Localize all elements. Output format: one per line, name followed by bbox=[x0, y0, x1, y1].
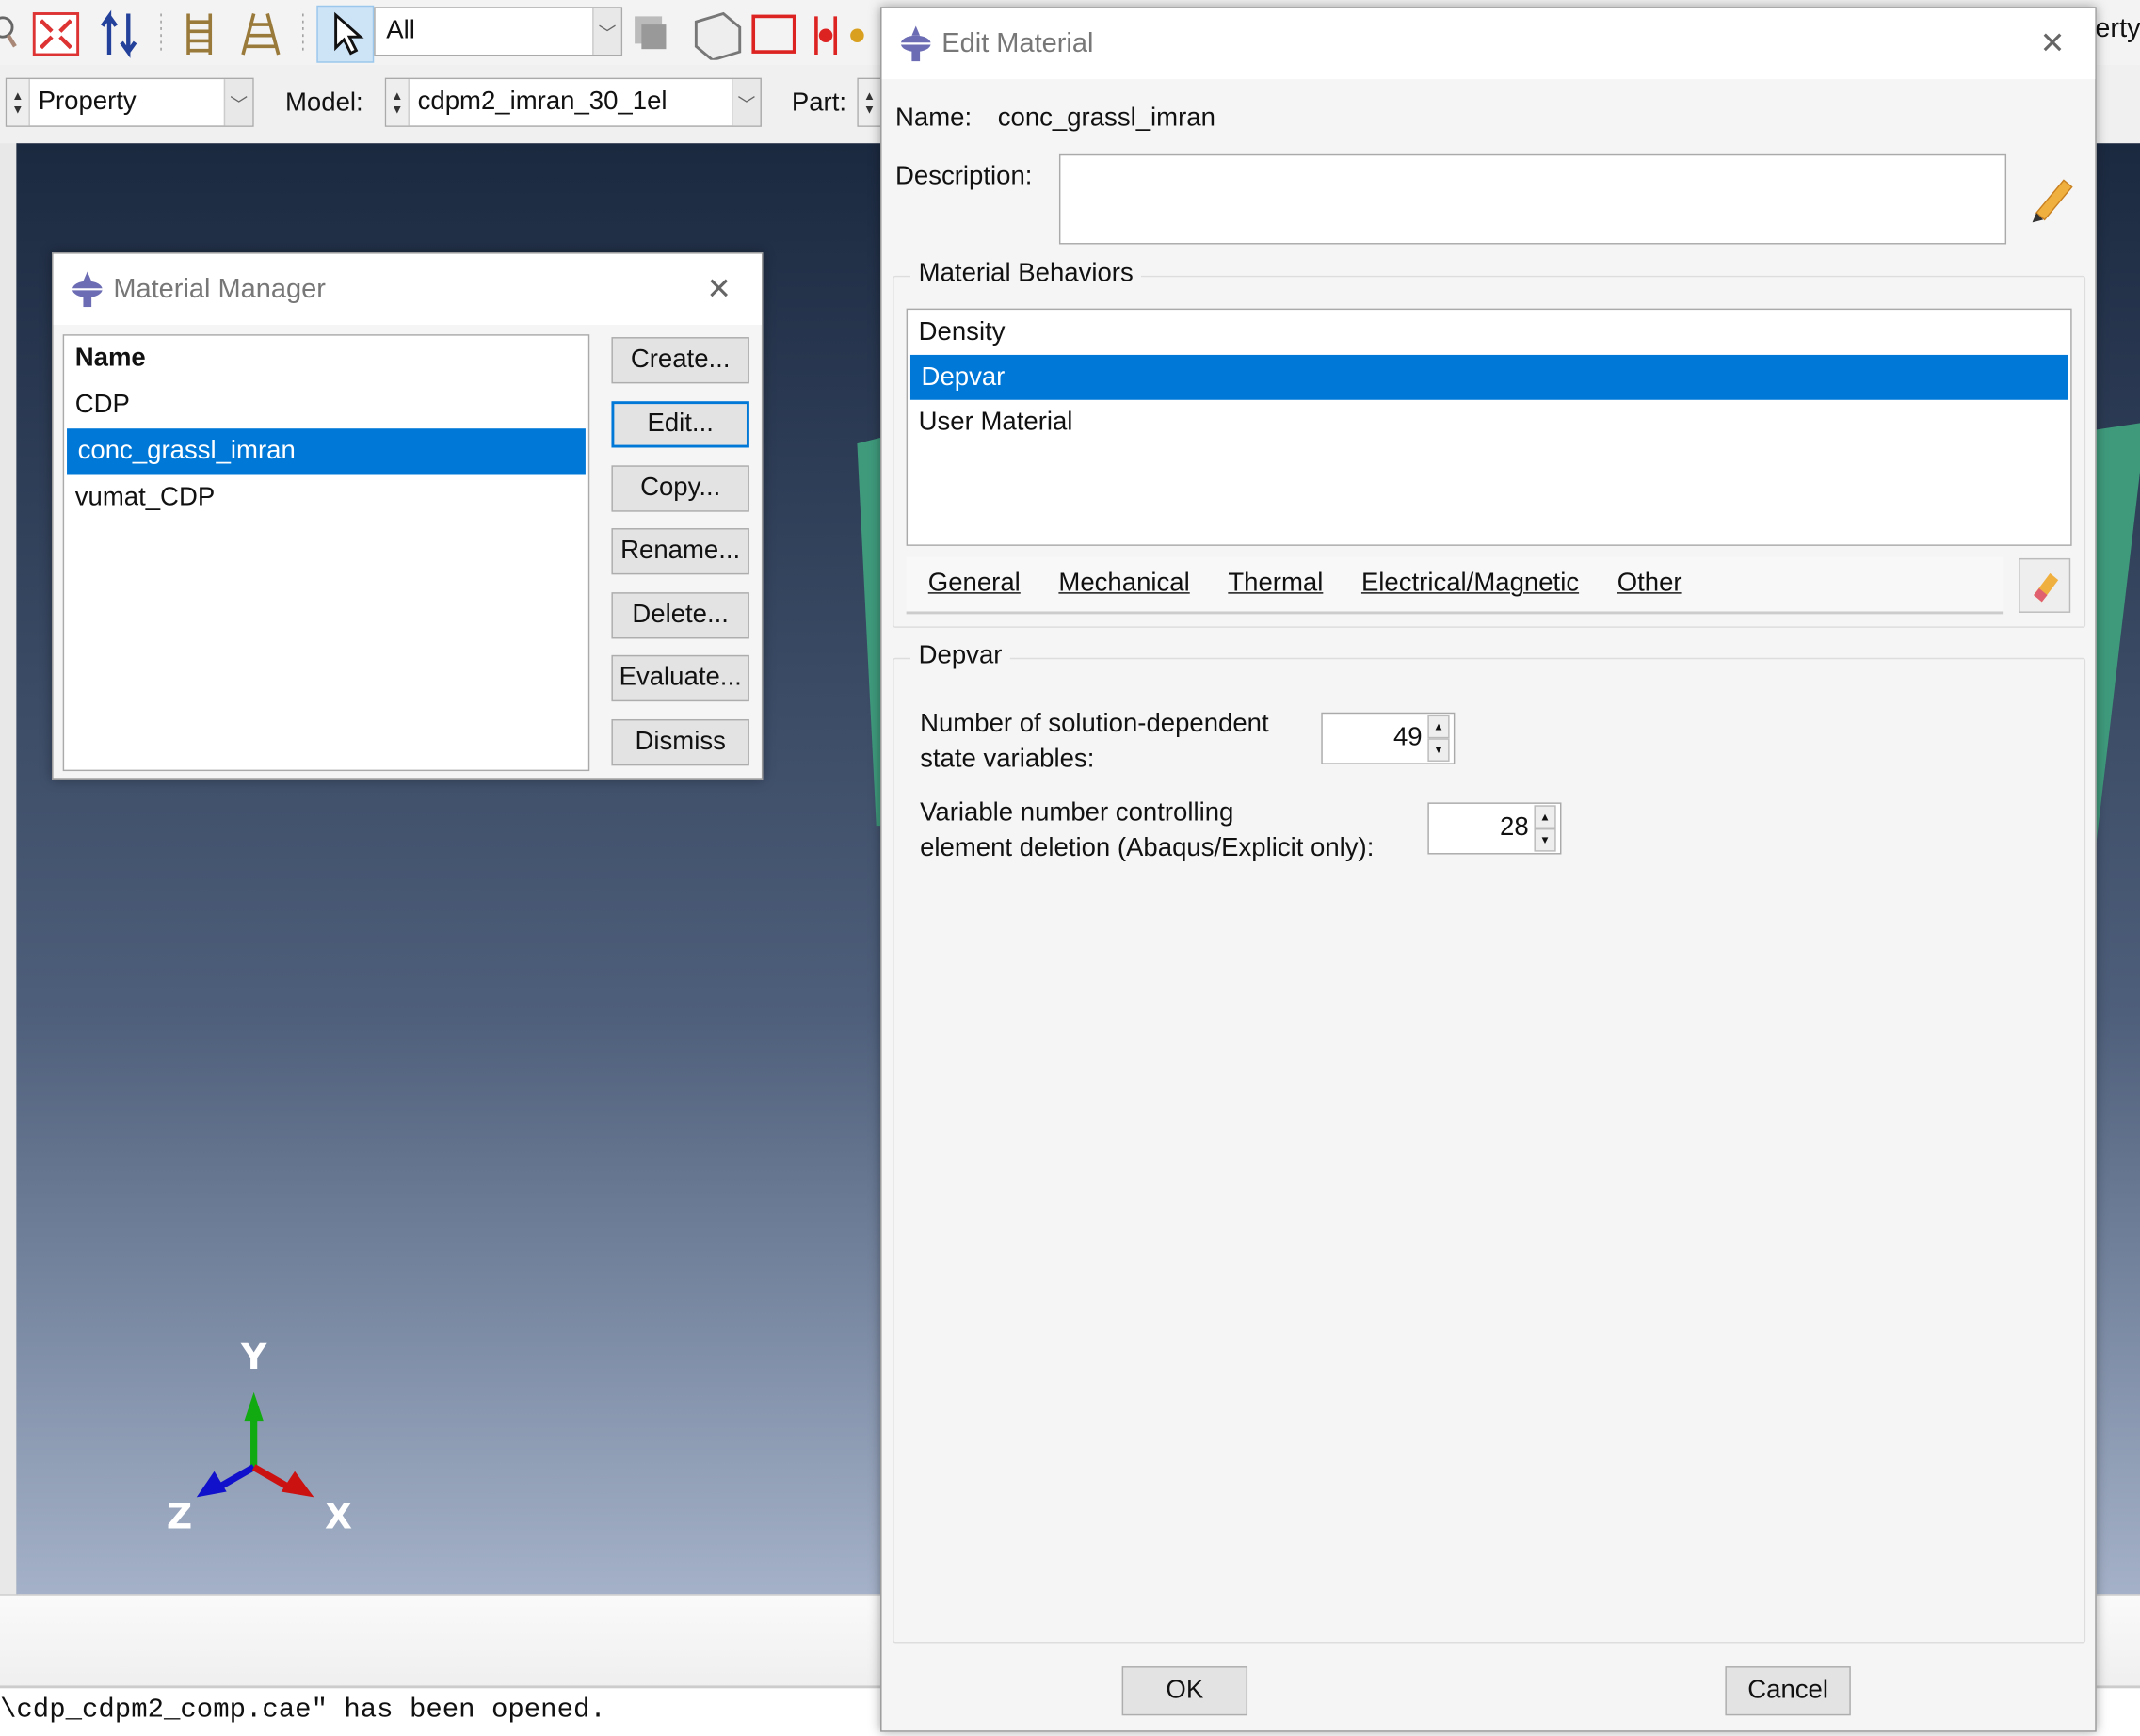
select-arrow-icon[interactable] bbox=[316, 5, 375, 63]
material-list: Name CDP conc_grassl_imran vumat_CDP bbox=[62, 334, 590, 772]
material-behaviors-label: Material Behaviors bbox=[909, 259, 1142, 290]
spin-down-icon[interactable]: ▼ bbox=[1534, 828, 1556, 852]
x-axis-label: X bbox=[325, 1496, 352, 1537]
module-select[interactable]: ▲ ▼ Property ﹀ bbox=[5, 77, 254, 127]
menu-electrical-magnetic[interactable]: Electrical/Magnetic bbox=[1361, 570, 1579, 600]
label-line: Variable number controlling bbox=[920, 798, 1234, 828]
label-line: element deletion (Abaqus/Explicit only): bbox=[920, 833, 1375, 863]
ok-button[interactable]: OK bbox=[1121, 1666, 1248, 1716]
constraint-icon[interactable] bbox=[814, 16, 864, 55]
num-state-vars-value: 49 bbox=[1392, 723, 1423, 752]
evaluate-button[interactable]: Evaluate... bbox=[611, 654, 749, 702]
part-label: Part: bbox=[791, 88, 846, 118]
material-behaviors-group: Material Behaviors Density Depvar User M… bbox=[893, 259, 2086, 628]
z-axis-label: Z bbox=[167, 1496, 192, 1537]
y-axis-label: Y bbox=[240, 1336, 267, 1377]
part-right-face bbox=[2095, 423, 2140, 854]
spin-up-icon[interactable]: ▲ bbox=[1534, 805, 1556, 828]
menu-mechanical[interactable]: Mechanical bbox=[1058, 570, 1189, 600]
rename-button[interactable]: Rename... bbox=[611, 528, 749, 575]
pencil-icon[interactable] bbox=[2025, 172, 2080, 227]
select-box-icon[interactable] bbox=[751, 14, 796, 54]
column-header-name[interactable]: Name bbox=[64, 336, 588, 382]
material-manager-title: Material Manager bbox=[113, 273, 326, 304]
abaqus-app-icon bbox=[72, 271, 103, 308]
ladder-perspective-icon[interactable] bbox=[241, 13, 281, 56]
z-axis-arrow bbox=[217, 1464, 256, 1491]
description-label: Description: bbox=[895, 162, 1033, 191]
material-item-conc-grassl-imran[interactable]: conc_grassl_imran bbox=[67, 428, 586, 475]
chevron-down-icon: ﹀ bbox=[223, 79, 253, 126]
chevron-down-icon: ﹀ bbox=[732, 79, 761, 126]
close-icon[interactable]: ✕ bbox=[2040, 26, 2066, 62]
behavior-menu-bar: General Mechanical Thermal Electrical/Ma… bbox=[906, 556, 2004, 615]
depvar-section-label: Depvar bbox=[909, 641, 1011, 672]
behavior-item-depvar[interactable]: Depvar bbox=[909, 354, 2068, 400]
spin-up-icon[interactable]: ▲ bbox=[1427, 715, 1450, 739]
selection-filter-select[interactable]: All ﹀ bbox=[374, 7, 623, 56]
box-icon[interactable] bbox=[694, 11, 742, 60]
deletion-variable-value: 28 bbox=[1500, 813, 1529, 843]
model-label: Model: bbox=[284, 88, 363, 118]
cancel-button[interactable]: Cancel bbox=[1725, 1666, 1851, 1716]
description-field[interactable] bbox=[1058, 153, 2007, 245]
edit-material-dialog: Edit Material ✕ Name: conc_grassl_imran … bbox=[880, 7, 2097, 1732]
eraser-icon bbox=[2034, 572, 2059, 603]
num-state-vars-label: Number of solution-dependent state varia… bbox=[920, 707, 1269, 778]
behavior-item-user-material[interactable]: User Material bbox=[908, 400, 2070, 445]
ladder-icon[interactable] bbox=[186, 13, 213, 55]
dismiss-button[interactable]: Dismiss bbox=[611, 718, 749, 766]
model-value: cdpm2_imran_30_1el bbox=[417, 87, 668, 117]
material-item-vumat-cdp[interactable]: vumat_CDP bbox=[64, 474, 588, 521]
behaviors-list: Density Depvar User Material bbox=[906, 308, 2072, 546]
spinner[interactable]: ▲ ▼ bbox=[1427, 715, 1450, 762]
auto-fit-icon[interactable] bbox=[32, 12, 80, 56]
behavior-item-density[interactable]: Density bbox=[908, 310, 2070, 355]
edit-button[interactable]: Edit... bbox=[611, 401, 749, 448]
spin-arrows-icon[interactable]: ▲ ▼ bbox=[7, 79, 30, 126]
material-manager-dialog: Material Manager ✕ Name CDP conc_grassl_… bbox=[52, 252, 764, 780]
menu-other[interactable]: Other bbox=[1617, 570, 1682, 600]
depvar-group: Depvar Number of solution-dependent stat… bbox=[893, 641, 2086, 1644]
toolbar-icons-left bbox=[0, 9, 304, 58]
name-value: conc_grassl_imran bbox=[997, 104, 1215, 133]
close-icon[interactable]: ✕ bbox=[706, 271, 732, 307]
menu-general[interactable]: General bbox=[928, 570, 1021, 600]
deletion-variable-field[interactable]: 28 ▲ ▼ bbox=[1427, 802, 1562, 855]
num-state-vars-field[interactable]: 49 ▲ ▼ bbox=[1321, 712, 1456, 764]
zoom-icon[interactable] bbox=[0, 16, 17, 48]
label-line: Number of solution-dependent bbox=[920, 709, 1269, 739]
menu-thermal[interactable]: Thermal bbox=[1228, 570, 1323, 600]
axis-triad: Y Z X bbox=[167, 1336, 352, 1537]
spin-arrows-icon[interactable]: ▲ ▼ bbox=[386, 79, 410, 126]
label-line: state variables: bbox=[920, 745, 1095, 774]
module-value: Property bbox=[38, 87, 137, 117]
model-select[interactable]: ▲ ▼ cdpm2_imran_30_1el ﹀ bbox=[384, 77, 762, 127]
spin-down-icon[interactable]: ▼ bbox=[1427, 738, 1450, 762]
spinner[interactable]: ▲ ▼ bbox=[1534, 805, 1556, 852]
name-label: Name: bbox=[895, 104, 973, 133]
chevron-down-icon: ﹀ bbox=[592, 8, 621, 55]
left-toolbox bbox=[0, 143, 18, 1595]
toolbar-icons-right bbox=[635, 11, 864, 60]
material-item-cdp[interactable]: CDP bbox=[64, 382, 588, 428]
edit-material-titlebar[interactable]: Edit Material ✕ bbox=[881, 8, 2096, 80]
render-icon[interactable] bbox=[635, 16, 667, 50]
deletion-variable-label: Variable number controlling element dele… bbox=[920, 796, 1374, 866]
x-axis-arrow bbox=[251, 1464, 292, 1491]
right-partial-text: erty bbox=[2095, 13, 2140, 44]
selection-filter-value: All bbox=[386, 16, 415, 45]
material-manager-titlebar[interactable]: Material Manager ✕ bbox=[53, 253, 762, 326]
create-button[interactable]: Create... bbox=[611, 337, 749, 384]
eraser-button[interactable] bbox=[2019, 557, 2071, 613]
swap-icon[interactable] bbox=[100, 9, 137, 58]
delete-button[interactable]: Delete... bbox=[611, 592, 749, 639]
abaqus-app-icon bbox=[900, 25, 931, 62]
copy-button[interactable]: Copy... bbox=[611, 465, 749, 512]
edit-material-title: Edit Material bbox=[941, 27, 1094, 58]
spin-arrows-icon[interactable]: ▲ ▼ bbox=[858, 79, 882, 126]
